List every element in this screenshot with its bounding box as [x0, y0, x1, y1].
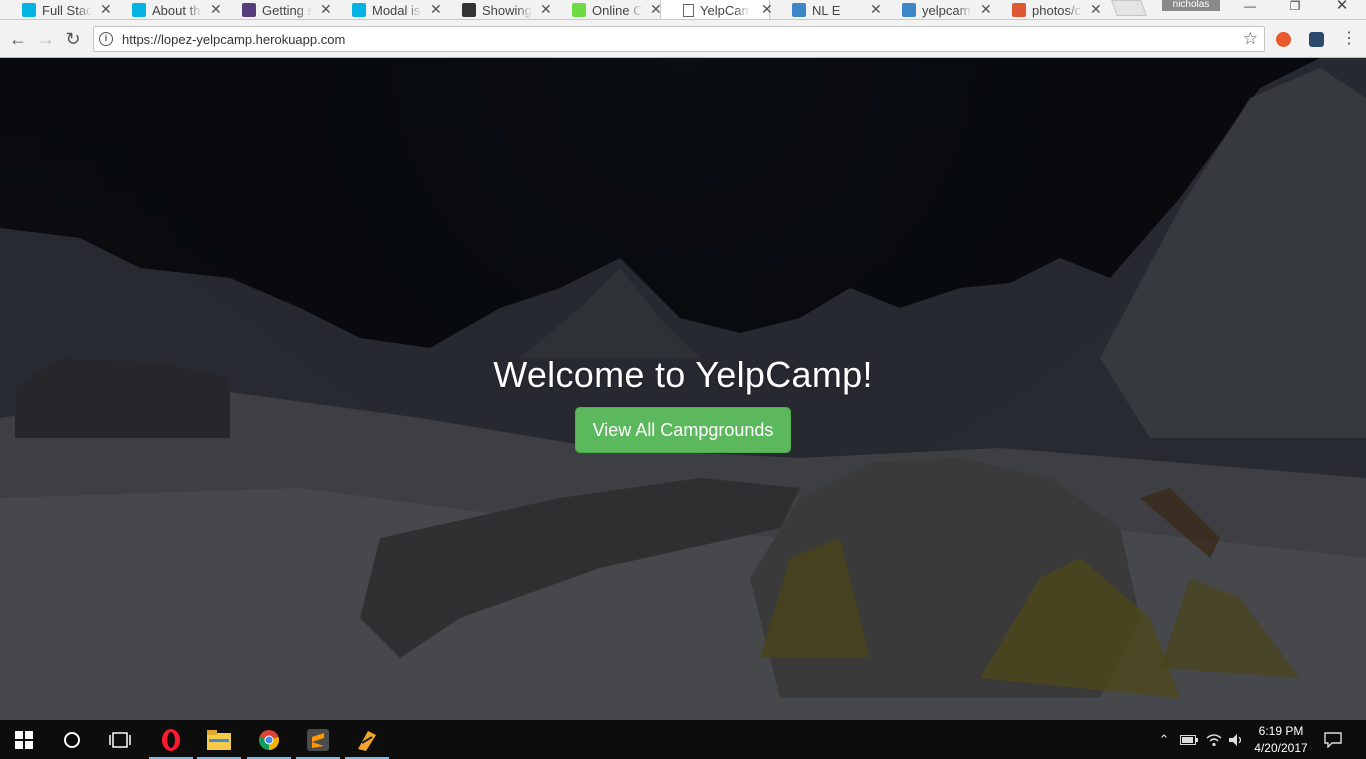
extension-icon[interactable] — [1276, 32, 1291, 47]
cortana-search-icon[interactable] — [48, 720, 96, 759]
github-icon — [462, 3, 476, 17]
tab-title: Full Stack — [42, 2, 92, 18]
browser-tab[interactable]: Showing ✕ — [440, 0, 552, 19]
new-tab-button[interactable] — [1111, 0, 1147, 16]
browser-tab[interactable]: About the✕ — [110, 0, 222, 19]
battery-icon[interactable] — [1178, 720, 1200, 759]
restore-icon[interactable]: ❐ — [1275, 0, 1315, 18]
browser-tab[interactable]: Getting s ✕ — [220, 0, 332, 19]
reload-icon[interactable]: ↻ — [62, 28, 84, 50]
winamp-icon[interactable] — [343, 720, 391, 759]
tab-title: NL E — [812, 2, 841, 18]
bootstrap-icon — [242, 3, 256, 17]
browser-tab[interactable]: Online C ✕ — [550, 0, 662, 19]
tab-title: About the — [152, 2, 202, 18]
profile-button[interactable]: nicholas — [1162, 0, 1220, 11]
file-explorer-icon[interactable] — [195, 720, 243, 759]
volume-icon[interactable] — [1226, 720, 1246, 759]
upwork-icon — [572, 3, 586, 17]
back-icon[interactable]: ← — [7, 28, 29, 50]
close-window-icon[interactable]: ✕ — [1322, 0, 1362, 18]
minimize-icon[interactable]: — — [1230, 0, 1270, 18]
show-hidden-icons[interactable]: ⌃ — [1154, 720, 1174, 759]
page-icon — [683, 3, 694, 17]
browser-tab[interactable]: Full Stack✕ — [0, 0, 112, 19]
browser-toolbar: ← → ↻ i https://lopez-yelpcamp.herokuapp… — [0, 20, 1366, 58]
browser-tab-strip: Full Stack✕About the✕Getting s✕Modal is✕… — [0, 0, 1366, 20]
udacity-icon — [352, 3, 366, 17]
hero: Welcome to YelpCamp! — [0, 354, 1366, 396]
opera-icon[interactable] — [147, 720, 195, 759]
action-center-icon[interactable] — [1320, 720, 1346, 759]
chrome-icon[interactable] — [245, 720, 293, 759]
clock-time: 6:19 PM — [1258, 724, 1304, 738]
udacity-icon — [132, 3, 146, 17]
browser-tab[interactable]: NL E ✕ — [770, 0, 882, 19]
windows-taskbar: ⌃ 6:19 PM 4/20/2017 — [0, 720, 1366, 759]
extension-u-icon[interactable] — [1309, 32, 1324, 47]
cloud-icon — [902, 3, 916, 17]
tab-title: YelpCam — [700, 2, 750, 18]
bookmark-star-icon[interactable]: ☆ — [1243, 29, 1258, 49]
landing-page: Welcome to YelpCamp! View All Campground… — [0, 58, 1366, 720]
task-view-icon[interactable] — [96, 720, 144, 759]
site-info-icon[interactable]: i — [99, 32, 113, 46]
clock-date: 4/20/2017 — [1254, 741, 1308, 755]
udacity-icon — [22, 3, 36, 17]
tab-title: yelpcam — [922, 2, 971, 18]
url-text: https://lopez-yelpcamp.herokuapp.com — [122, 32, 346, 47]
page-title: Welcome to YelpCamp! — [493, 354, 873, 395]
duckduckgo-icon — [1012, 3, 1026, 17]
tab-title: Modal is — [372, 2, 421, 18]
wifi-icon[interactable] — [1203, 720, 1225, 759]
view-all-campgrounds-button[interactable]: View All Campgrounds — [575, 407, 791, 453]
address-bar[interactable]: i https://lopez-yelpcamp.herokuapp.com ☆ — [93, 26, 1265, 52]
tab-title: Online C — [592, 2, 642, 18]
tab-title: photos/c — [1032, 2, 1082, 18]
cloud-icon — [792, 3, 806, 17]
browser-tab[interactable]: photos/c ✕ — [990, 0, 1102, 19]
forward-icon[interactable]: → — [35, 28, 57, 50]
tab-title: Showing — [482, 2, 532, 18]
sublime-text-icon[interactable] — [294, 720, 342, 759]
tab-title: Getting s — [262, 2, 312, 18]
system-clock[interactable]: 6:19 PM 4/20/2017 — [1248, 723, 1314, 757]
windows-start-icon[interactable] — [0, 720, 48, 759]
browser-tab[interactable]: yelpcam ✕ — [880, 0, 992, 19]
close-tab-icon[interactable]: ✕ — [1090, 1, 1102, 18]
browser-tab[interactable]: YelpCam ✕ — [660, 0, 773, 19]
browser-tab[interactable]: Modal is ✕ — [330, 0, 442, 19]
chrome-menu-icon[interactable]: ⋮ — [1338, 28, 1360, 50]
